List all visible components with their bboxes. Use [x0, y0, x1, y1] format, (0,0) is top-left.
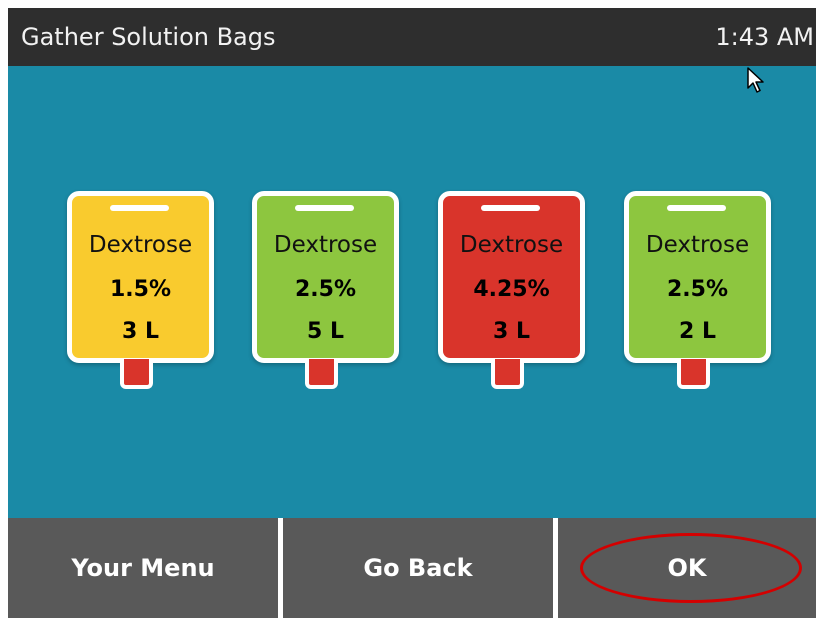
bag-concentration: 4.25% — [473, 277, 550, 302]
bag-port — [491, 359, 524, 389]
your-menu-button[interactable]: Your Menu — [8, 518, 278, 618]
bag-volume: 5 L — [307, 319, 344, 344]
bag-hanger — [667, 205, 726, 211]
solution-bag[interactable]: Dextrose 1.5% 3 L — [67, 191, 214, 391]
bag-body: Dextrose 1.5% 3 L — [67, 191, 214, 363]
bag-volume: 3 L — [122, 319, 159, 344]
app-screen: Gather Solution Bags 1:43 AM Dextrose 1.… — [8, 8, 816, 618]
bag-concentration: 2.5% — [666, 277, 728, 302]
bag-body: Dextrose 2.5% 2 L — [624, 191, 771, 363]
bag-hanger — [110, 205, 169, 211]
bag-port — [677, 359, 710, 389]
bag-port — [305, 359, 338, 389]
solution-bag-list: Dextrose 1.5% 3 L Dextrose 2.5% 5 L Dext… — [8, 8, 816, 518]
bag-solution-name: Dextrose — [88, 232, 193, 258]
bag-hanger — [481, 205, 540, 211]
bag-body: Dextrose 2.5% 5 L — [252, 191, 399, 363]
bag-solution-name: Dextrose — [273, 232, 378, 258]
bag-hanger — [295, 205, 354, 211]
bag-volume: 2 L — [679, 319, 716, 344]
bag-port — [120, 359, 153, 389]
bag-concentration: 2.5% — [294, 277, 356, 302]
bag-solution-name: Dextrose — [645, 232, 750, 258]
solution-bag[interactable]: Dextrose 2.5% 2 L — [624, 191, 771, 391]
bag-volume: 3 L — [493, 319, 530, 344]
bottom-button-bar: Your Menu Go Back OK — [8, 518, 816, 618]
solution-bag[interactable]: Dextrose 4.25% 3 L — [438, 191, 585, 391]
bag-concentration: 1.5% — [109, 277, 171, 302]
solution-bag[interactable]: Dextrose 2.5% 5 L — [252, 191, 399, 391]
go-back-button[interactable]: Go Back — [283, 518, 553, 618]
bag-body: Dextrose 4.25% 3 L — [438, 191, 585, 363]
ok-button[interactable]: OK — [558, 518, 816, 618]
bag-solution-name: Dextrose — [459, 232, 564, 258]
